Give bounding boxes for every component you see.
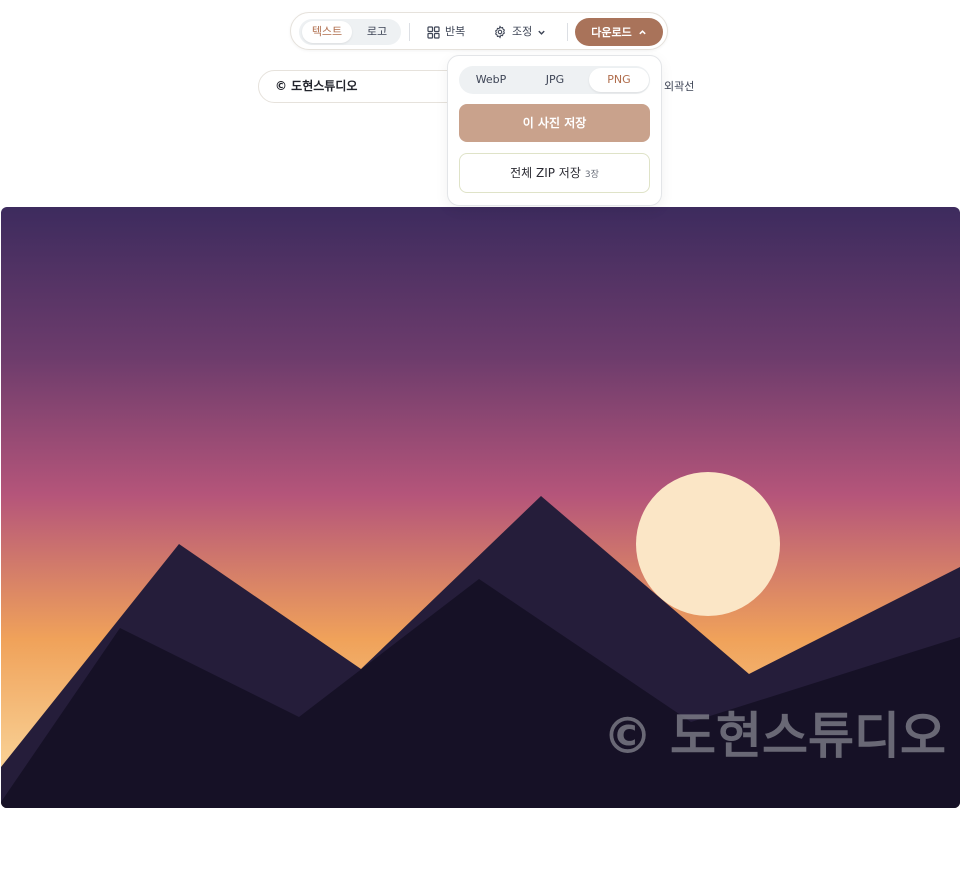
- repeat-button[interactable]: 반복: [427, 19, 465, 45]
- mode-segmented-control: 텍스트 로고: [299, 19, 401, 45]
- adjust-button[interactable]: 조정: [493, 19, 546, 45]
- sun: [636, 472, 780, 616]
- toolbar-divider: [409, 23, 410, 41]
- repeat-label: 반복: [445, 25, 466, 38]
- watermark-preview-text: © 도현스튜디오: [603, 707, 946, 765]
- toolbar-divider: [567, 23, 568, 41]
- image-preview: © 도현스튜디오: [1, 207, 960, 808]
- preview-illustration: © 도현스튜디오: [1, 207, 960, 808]
- format-segmented-control: WebP JPG PNG: [459, 66, 650, 94]
- format-png[interactable]: PNG: [589, 68, 649, 92]
- format-webp[interactable]: WebP: [461, 68, 521, 92]
- download-label: 다운로드: [591, 26, 632, 39]
- download-button[interactable]: 다운로드: [575, 18, 663, 46]
- watermark-text-input[interactable]: © 도현스튜디오: [258, 70, 468, 103]
- outline-label[interactable]: 외곽선: [664, 78, 694, 94]
- download-menu: WebP JPG PNG 이 사진 저장 전체 ZIP 저장 3장: [447, 55, 662, 206]
- chevron-down-icon: [538, 30, 545, 35]
- save-all-zip-button[interactable]: 전체 ZIP 저장 3장: [459, 153, 650, 193]
- toolbar: 텍스트 로고 반복 조정 다운로드: [290, 12, 668, 50]
- tab-text[interactable]: 텍스트: [302, 21, 352, 43]
- save-this-photo-button[interactable]: 이 사진 저장: [459, 104, 650, 142]
- save-zip-label: 전체 ZIP 저장: [510, 166, 581, 180]
- gear-icon: [494, 25, 506, 39]
- grid-icon: [427, 25, 440, 39]
- chevron-up-icon: [638, 29, 646, 34]
- format-jpg[interactable]: JPG: [525, 68, 585, 92]
- save-zip-count: 3장: [584, 170, 599, 180]
- tab-logo[interactable]: 로고: [354, 21, 400, 43]
- adjust-label: 조정: [512, 25, 533, 38]
